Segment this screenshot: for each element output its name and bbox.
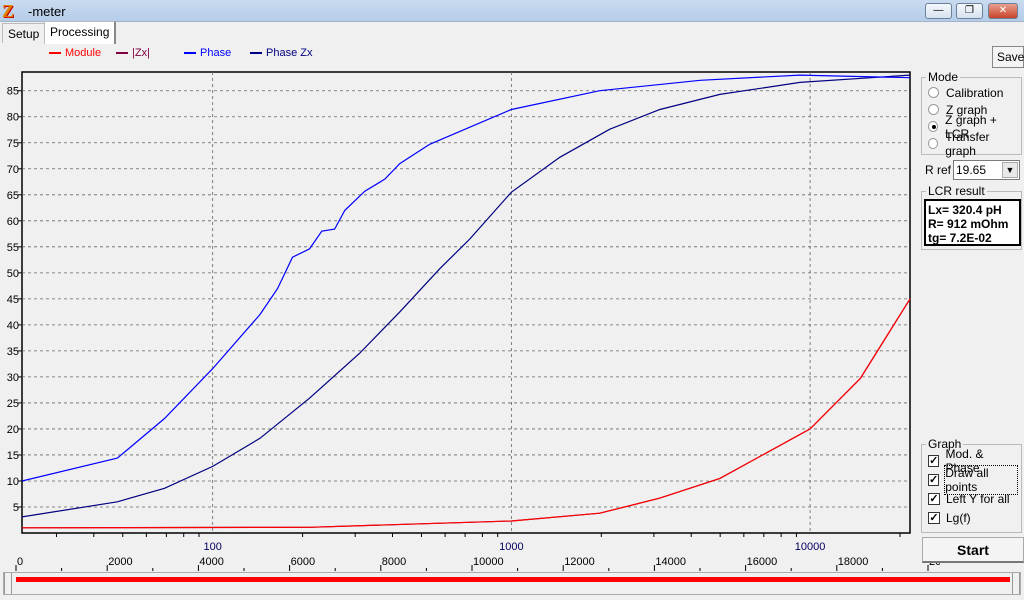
y-tick-label: 45 xyxy=(7,294,19,306)
rref-select[interactable]: 19.65 ▼ xyxy=(953,160,1020,180)
lcr-result-box: Lx= 320.4 pH R= 912 mOhm tg= 7.2E-02 xyxy=(924,199,1021,246)
linear-tick-label: 0 xyxy=(17,556,23,568)
y-tick-label: 70 xyxy=(7,164,19,176)
checkbox-left-y[interactable]: ✓ Left Y for all xyxy=(926,489,1017,508)
radio-calibration[interactable]: Calibration xyxy=(926,84,1017,101)
radio-transfer-graph[interactable]: Transfer graph xyxy=(926,130,1017,158)
frequency-slider[interactable] xyxy=(3,572,1021,595)
y-tick-label: 85 xyxy=(7,86,19,98)
close-button[interactable]: ✕ xyxy=(988,3,1018,19)
y-tick-label: 25 xyxy=(7,398,19,410)
y-tick-label: 10 xyxy=(7,476,19,488)
start-button[interactable]: Start xyxy=(922,537,1024,563)
legend-phase: Phase xyxy=(184,47,231,59)
window-title: -meter xyxy=(28,4,66,19)
y-tick-label: 60 xyxy=(7,216,19,228)
chevron-down-icon[interactable]: ▼ xyxy=(1002,162,1018,178)
checkbox-lg-f[interactable]: ✓ Lg(f) xyxy=(926,508,1017,527)
linear-tick-label: 10000 xyxy=(473,556,504,568)
chart: 5 10 15 20 25 30 35 40 45 50 55 60 65 70 75 80 85 100 1000… xyxy=(7,71,940,571)
y-tick-label: 30 xyxy=(7,372,19,384)
legend-module: Module xyxy=(49,47,101,59)
z-logo-icon: Z xyxy=(2,1,15,21)
slider-fill xyxy=(16,577,1010,582)
rref-label: R ref xyxy=(925,163,952,177)
linear-tick-label: 4000 xyxy=(199,556,223,568)
slider-right-handle[interactable] xyxy=(1012,573,1020,594)
maximize-button[interactable]: ❐ xyxy=(956,3,983,19)
y-tick-label: 35 xyxy=(7,346,19,358)
title-bar: Z -meter — ❐ ✕ xyxy=(0,0,1024,22)
x-log-tick-label: 100 xyxy=(203,541,221,553)
x-log-tick-label: 10000 xyxy=(795,541,826,553)
mode-group: Mode Calibration Z graph Z graph + LCR T… xyxy=(921,70,1022,158)
mode-title: Mode xyxy=(928,70,959,84)
tab-processing[interactable]: Processing xyxy=(44,21,117,44)
y-tick-label: 65 xyxy=(7,190,19,202)
slider-left-handle[interactable] xyxy=(4,573,12,594)
tab-setup[interactable]: Setup xyxy=(2,23,46,43)
save-button[interactable]: Save xyxy=(992,46,1024,68)
y-tick-label: 50 xyxy=(7,268,19,280)
plot-area xyxy=(21,71,911,534)
lcr-result-title: LCR result xyxy=(928,184,985,198)
y-tick-label: 55 xyxy=(7,242,19,254)
y-tick-label: 20 xyxy=(7,424,19,436)
linear-tick-label: 6000 xyxy=(291,556,315,568)
linear-tick-label: 2000 xyxy=(108,556,132,568)
lcr-tangent: tg= 7.2E-02 xyxy=(928,231,992,245)
linear-tick-label: 14000 xyxy=(655,556,686,568)
linear-tick-label: 8000 xyxy=(382,556,406,568)
y-tick-label: 75 xyxy=(7,138,19,150)
legend-phase-zx: Phase Zx xyxy=(250,47,312,59)
legend-zx: |Zx| xyxy=(116,47,150,59)
lcr-resistance: R= 912 mOhm xyxy=(928,217,1009,231)
checkbox-draw-all-points[interactable]: ✓ Draw all points xyxy=(926,464,1018,495)
x-log-tick-label: 1000 xyxy=(499,541,523,553)
minimize-button[interactable]: — xyxy=(925,3,952,19)
y-tick-label: 15 xyxy=(7,450,19,462)
lcr-inductance: Lx= 320.4 pH xyxy=(928,203,1002,217)
linear-tick-label: 16000 xyxy=(747,556,778,568)
graph-group: Graph ✓ Mod. & Phase ✓ Draw all points ✓ Le… xyxy=(921,437,1022,533)
y-tick-label: 80 xyxy=(7,112,19,124)
y-tick-label: 5 xyxy=(13,502,19,514)
linear-tick-label: 12000 xyxy=(564,556,595,568)
y-tick-label: 40 xyxy=(7,320,19,332)
linear-tick-label: 18000 xyxy=(838,556,869,568)
